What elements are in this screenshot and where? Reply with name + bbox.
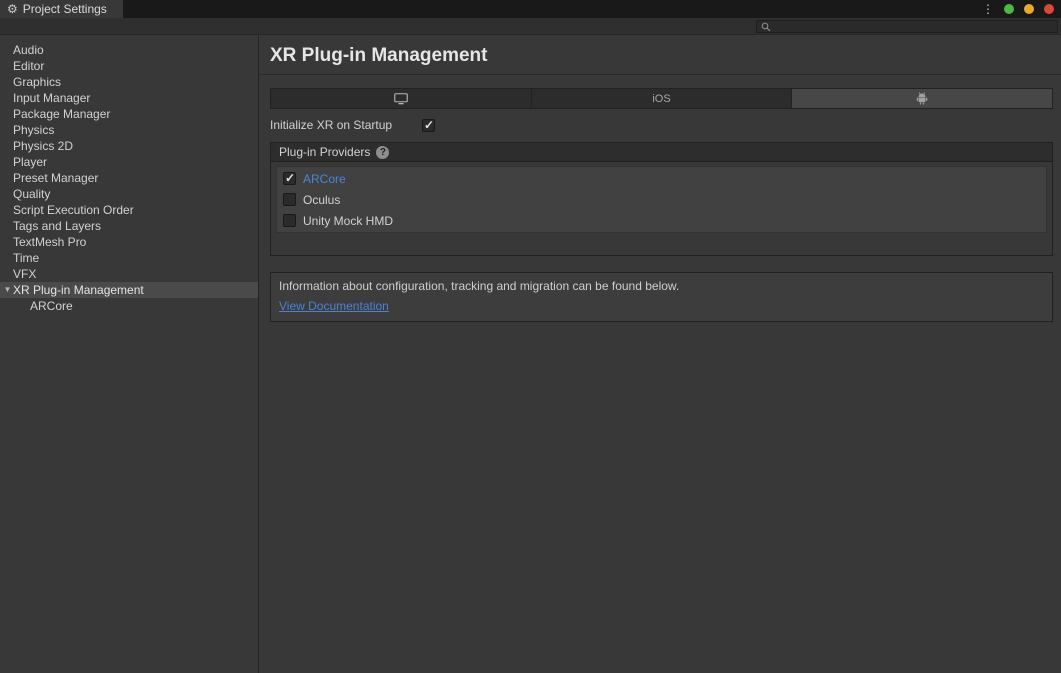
plugin-providers-header: Plug-in Providers ? bbox=[271, 143, 1052, 162]
titlebar-controls: ⋮ bbox=[982, 0, 1054, 18]
initialize-xr-label: Initialize XR on Startup bbox=[270, 118, 422, 132]
title-divider bbox=[259, 74, 1061, 75]
gear-icon: ⚙ bbox=[7, 3, 18, 15]
ios-tab-label: iOS bbox=[652, 93, 670, 105]
sidebar-item-textmesh-pro[interactable]: TextMesh Pro bbox=[0, 234, 258, 250]
plugin-providers-title: Plug-in Providers bbox=[279, 145, 370, 159]
provider-checkbox-arcore[interactable] bbox=[283, 172, 296, 185]
toolbar bbox=[0, 18, 1061, 35]
monitor-icon bbox=[394, 93, 408, 105]
sidebar-item-arcore[interactable]: ARCore bbox=[0, 298, 258, 314]
providers-list: ARCore Oculus Unity Mock HMD bbox=[276, 166, 1047, 233]
sidebar-item-xr-plug-in-management[interactable]: ▼ XR Plug-in Management bbox=[0, 282, 258, 298]
sidebar-item-time[interactable]: Time bbox=[0, 250, 258, 266]
sidebar-item-vfx[interactable]: VFX bbox=[0, 266, 258, 282]
sidebar-item-physics-2d[interactable]: Physics 2D bbox=[0, 138, 258, 154]
provider-label: Unity Mock HMD bbox=[303, 214, 393, 228]
provider-checkbox-unity-mock-hmd[interactable] bbox=[283, 214, 296, 227]
project-settings-window: ⚙ Project Settings ⋮ AudioEditorGraphics… bbox=[0, 0, 1061, 673]
search-input[interactable] bbox=[775, 21, 1053, 32]
sidebar-item-preset-manager[interactable]: Preset Manager bbox=[0, 170, 258, 186]
android-icon bbox=[916, 92, 928, 105]
sidebar-item-audio[interactable]: Audio bbox=[0, 42, 258, 58]
search-icon bbox=[761, 22, 771, 32]
sidebar-list: AudioEditorGraphicsInput ManagerPackage … bbox=[0, 42, 258, 282]
page-title: XR Plug-in Management bbox=[270, 44, 1053, 68]
provider-row-arcore: ARCore bbox=[277, 168, 1046, 189]
platform-tab-android[interactable] bbox=[792, 89, 1052, 108]
plugin-providers-section: Plug-in Providers ? ARCore Oculus Unity Mo… bbox=[270, 142, 1053, 256]
window-tab-project-settings[interactable]: ⚙ Project Settings bbox=[0, 0, 123, 18]
platform-tabstrip: iOS bbox=[270, 88, 1053, 109]
window-control-yellow[interactable] bbox=[1024, 4, 1034, 14]
initialize-xr-checkbox[interactable] bbox=[422, 119, 435, 132]
window-control-red[interactable] bbox=[1044, 4, 1054, 14]
main-panel: XR Plug-in Management iOS bbox=[259, 35, 1061, 673]
foldout-triangle-icon[interactable]: ▼ bbox=[2, 282, 13, 298]
platform-tab-standalone[interactable] bbox=[271, 89, 532, 108]
sidebar-item-quality[interactable]: Quality bbox=[0, 186, 258, 202]
provider-label: ARCore bbox=[303, 172, 346, 186]
sidebar-item-player[interactable]: Player bbox=[0, 154, 258, 170]
sidebar-item-tags-and-layers[interactable]: Tags and Layers bbox=[0, 218, 258, 234]
sidebar-item-physics[interactable]: Physics bbox=[0, 122, 258, 138]
sidebar-item-script-execution-order[interactable]: Script Execution Order bbox=[0, 202, 258, 218]
sidebar-item-input-manager[interactable]: Input Manager bbox=[0, 90, 258, 106]
search-box[interactable] bbox=[756, 20, 1058, 33]
platform-tab-ios[interactable]: iOS bbox=[532, 89, 793, 108]
titlebar: ⚙ Project Settings ⋮ bbox=[0, 0, 1061, 18]
info-box: Information about configuration, trackin… bbox=[270, 272, 1053, 322]
view-documentation-link[interactable]: View Documentation bbox=[279, 299, 389, 313]
sidebar-item-editor[interactable]: Editor bbox=[0, 58, 258, 74]
sidebar-item-package-manager[interactable]: Package Manager bbox=[0, 106, 258, 122]
provider-row-oculus: Oculus bbox=[277, 189, 1046, 210]
sidebar-item-graphics[interactable]: Graphics bbox=[0, 74, 258, 90]
provider-row-unity-mock-hmd: Unity Mock HMD bbox=[277, 210, 1046, 231]
provider-checkbox-oculus[interactable] bbox=[283, 193, 296, 206]
help-icon[interactable]: ? bbox=[376, 146, 389, 159]
provider-label: Oculus bbox=[303, 193, 340, 207]
settings-sidebar: AudioEditorGraphicsInput ManagerPackage … bbox=[0, 35, 259, 673]
window-control-green[interactable] bbox=[1004, 4, 1014, 14]
window-controls bbox=[1004, 4, 1054, 14]
info-text: Information about configuration, trackin… bbox=[279, 279, 1044, 294]
sidebar-item-label: XR Plug-in Management bbox=[13, 282, 144, 298]
window-tab-label: Project Settings bbox=[23, 2, 107, 16]
initialize-xr-row: Initialize XR on Startup bbox=[270, 118, 1053, 132]
sidebar-item-label: ARCore bbox=[30, 299, 73, 313]
overflow-menu-icon[interactable]: ⋮ bbox=[982, 3, 994, 15]
